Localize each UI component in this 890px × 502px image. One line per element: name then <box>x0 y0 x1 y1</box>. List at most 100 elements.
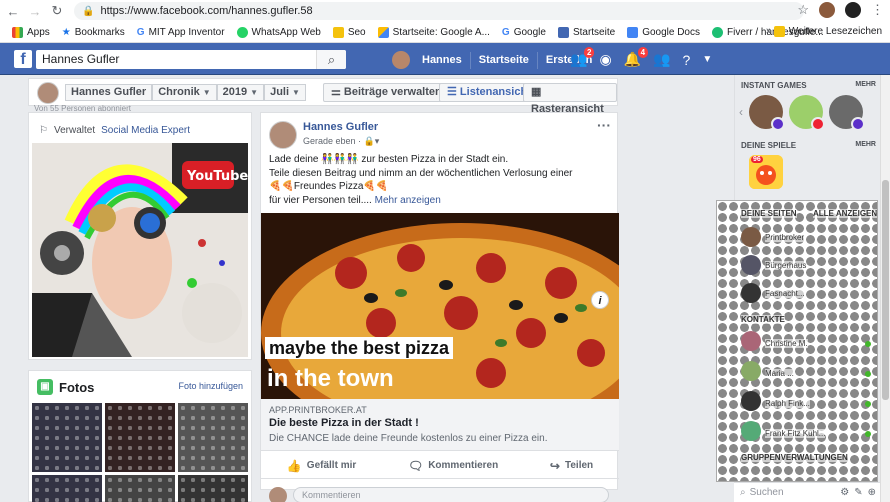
bookmarks-overflow-icon[interactable]: » <box>766 25 772 37</box>
forward-icon[interactable]: → <box>26 4 44 19</box>
friend-requests-icon[interactable]: 👥 2 <box>570 47 595 68</box>
search-icon[interactable]: ⌕ <box>316 50 346 69</box>
group-add-icon[interactable]: ⊕ <box>868 487 876 498</box>
contact-item[interactable]: Ralph Fink... <box>765 399 810 408</box>
contact-item[interactable]: Frank Fitz Kuhl... <box>765 429 826 438</box>
post-image[interactable]: maybe the best pizza in the town <box>261 213 619 399</box>
bookmark-google-docs[interactable]: Google Docs <box>627 26 700 38</box>
reload-icon[interactable]: ↻ <box>48 3 66 19</box>
avatar[interactable] <box>37 82 59 104</box>
contact-item[interactable]: Christine M. <box>765 339 808 348</box>
chat-search[interactable]: ⌕ Suchen ⚙ ✎ ⊕ <box>734 482 880 502</box>
nav-profile[interactable]: Hannes <box>414 51 471 69</box>
post-timestamp[interactable]: Gerade eben · 🔒▾ <box>303 136 379 147</box>
game-tile[interactable]: 96 <box>749 155 783 189</box>
your-pages-heading: DEINE SEITEN <box>741 209 797 218</box>
bookmark-bookmarks[interactable]: ★ Bookmarks <box>62 27 125 38</box>
search-input[interactable]: Hannes Gufler <box>36 50 346 69</box>
photo-thumb[interactable] <box>178 403 248 473</box>
compose-icon[interactable]: ✎ <box>854 487 862 498</box>
game-avatar[interactable] <box>789 95 825 131</box>
avatar[interactable] <box>392 51 410 69</box>
bookmark-other[interactable]: Weitere Lesezeichen <box>773 26 882 37</box>
facebook-logo-icon[interactable]: f <box>14 50 32 68</box>
post-author[interactable]: Hannes Gufler <box>303 121 378 133</box>
address-bar[interactable]: 🔒 https://www.facebook.com/hannes.gufler… <box>74 2 804 20</box>
bookmark-mit[interactable]: G MIT App Inventor <box>137 27 225 38</box>
bookmark-whatsapp[interactable]: WhatsApp Web <box>236 26 321 38</box>
comment-input[interactable]: Kommentieren <box>293 487 609 502</box>
link-preview[interactable]: APP.PRINTBROKER.AT Die beste Pizza in de… <box>261 399 619 451</box>
share-button[interactable]: ↪ Teilen <box>550 459 593 473</box>
photo-thumb[interactable] <box>178 475 248 502</box>
see-more-link[interactable]: Mehr anzeigen <box>375 195 441 206</box>
back-icon[interactable]: ← <box>4 4 22 19</box>
crumb-chronik[interactable]: Chronik ▼ <box>152 84 217 101</box>
image-caption: maybe the best pizza <box>265 337 454 359</box>
photo-thumb[interactable] <box>105 403 175 473</box>
avatar[interactable] <box>741 391 761 411</box>
comment-composer: Kommentieren <box>269 483 609 502</box>
avatar[interactable] <box>741 227 761 247</box>
nav-home[interactable]: Startseite <box>471 51 538 69</box>
gear-icon[interactable]: ⚙ <box>840 487 849 498</box>
whatsapp-icon <box>236 26 248 38</box>
grid-view-button[interactable]: ▦ Rasteransicht <box>523 83 617 115</box>
game-avatar[interactable] <box>749 95 785 131</box>
chevron-down-icon: ▼ <box>250 88 259 97</box>
page-scrollbar[interactable] <box>880 75 890 502</box>
page-item[interactable]: Fasnacht... <box>765 289 805 298</box>
chat-search-input[interactable]: Suchen <box>750 487 784 498</box>
contacts-heading: KONTAKTE <box>741 315 785 324</box>
manage-posts-button[interactable]: ⚌ Beiträge verwalten <box>323 83 450 102</box>
avatar[interactable] <box>741 283 761 303</box>
avatar[interactable] <box>741 331 761 351</box>
crumb-month[interactable]: Juli ▼ <box>264 84 306 101</box>
chrome-menu-icon[interactable]: ⋮ <box>871 2 884 18</box>
add-photo-link[interactable]: Foto hinzufügen <box>178 381 243 391</box>
instant-games-more[interactable]: MEHR <box>855 81 876 88</box>
bookmark-startseite[interactable]: Startseite <box>557 26 615 38</box>
list-icon: ☰ <box>447 86 460 98</box>
google-g-icon: G <box>136 26 145 38</box>
bookmark-apps[interactable]: Apps <box>12 26 50 38</box>
managed-link[interactable]: Social Media Expert <box>101 125 190 136</box>
info-icon[interactable]: i <box>591 291 609 309</box>
contact-item[interactable]: Maria ... <box>765 369 794 378</box>
your-games-more[interactable]: MEHR <box>855 141 876 148</box>
avatar[interactable] <box>741 255 761 275</box>
photo-thumb[interactable] <box>32 475 102 502</box>
bookmark-google[interactable]: G Google <box>502 27 546 38</box>
online-dot-icon <box>865 341 871 347</box>
bookmark-startseite-google[interactable]: Startseite: Google A... <box>377 26 490 38</box>
comment-button[interactable]: 🗨 Kommentieren <box>408 459 498 473</box>
page-item[interactable]: Bürgerhaus <box>765 261 807 270</box>
profile-artwork[interactable]: YouTube <box>32 143 248 357</box>
avatar[interactable] <box>741 421 761 441</box>
image-caption: in the town <box>267 365 394 392</box>
show-all-link[interactable]: ALLE ANZEIGEN <box>813 209 878 218</box>
notifications-icon[interactable]: 🔔 4 <box>624 47 649 68</box>
scroll-thumb[interactable] <box>882 180 889 400</box>
messenger-icon[interactable]: ◉ <box>599 51 611 68</box>
bookmark-star-icon[interactable]: ☆ <box>797 2 809 18</box>
game-avatar[interactable] <box>829 95 865 131</box>
game-badge <box>851 117 865 131</box>
groups-icon[interactable]: 👥 <box>653 51 670 68</box>
profile-icon[interactable] <box>845 2 861 18</box>
photo-thumb[interactable] <box>32 403 102 473</box>
avatar[interactable] <box>741 361 761 381</box>
page-item[interactable]: Printbroker <box>765 233 805 242</box>
like-button[interactable]: 👍 Gefällt mir <box>287 459 356 473</box>
extension-icon[interactable] <box>819 2 835 18</box>
bookmark-seo[interactable]: Seo <box>332 26 366 38</box>
photo-thumb[interactable] <box>105 475 175 502</box>
account-menu-icon[interactable]: ▼ <box>702 54 712 65</box>
chevron-left-icon[interactable]: ‹ <box>739 105 743 119</box>
more-options-icon[interactable]: ··· <box>597 117 611 133</box>
crumb-name[interactable]: Hannes Gufler <box>65 84 153 101</box>
help-icon[interactable]: ? <box>683 52 691 68</box>
avatar[interactable] <box>269 121 297 149</box>
online-dot-icon <box>865 431 871 437</box>
crumb-year[interactable]: 2019 ▼ <box>216 84 265 101</box>
